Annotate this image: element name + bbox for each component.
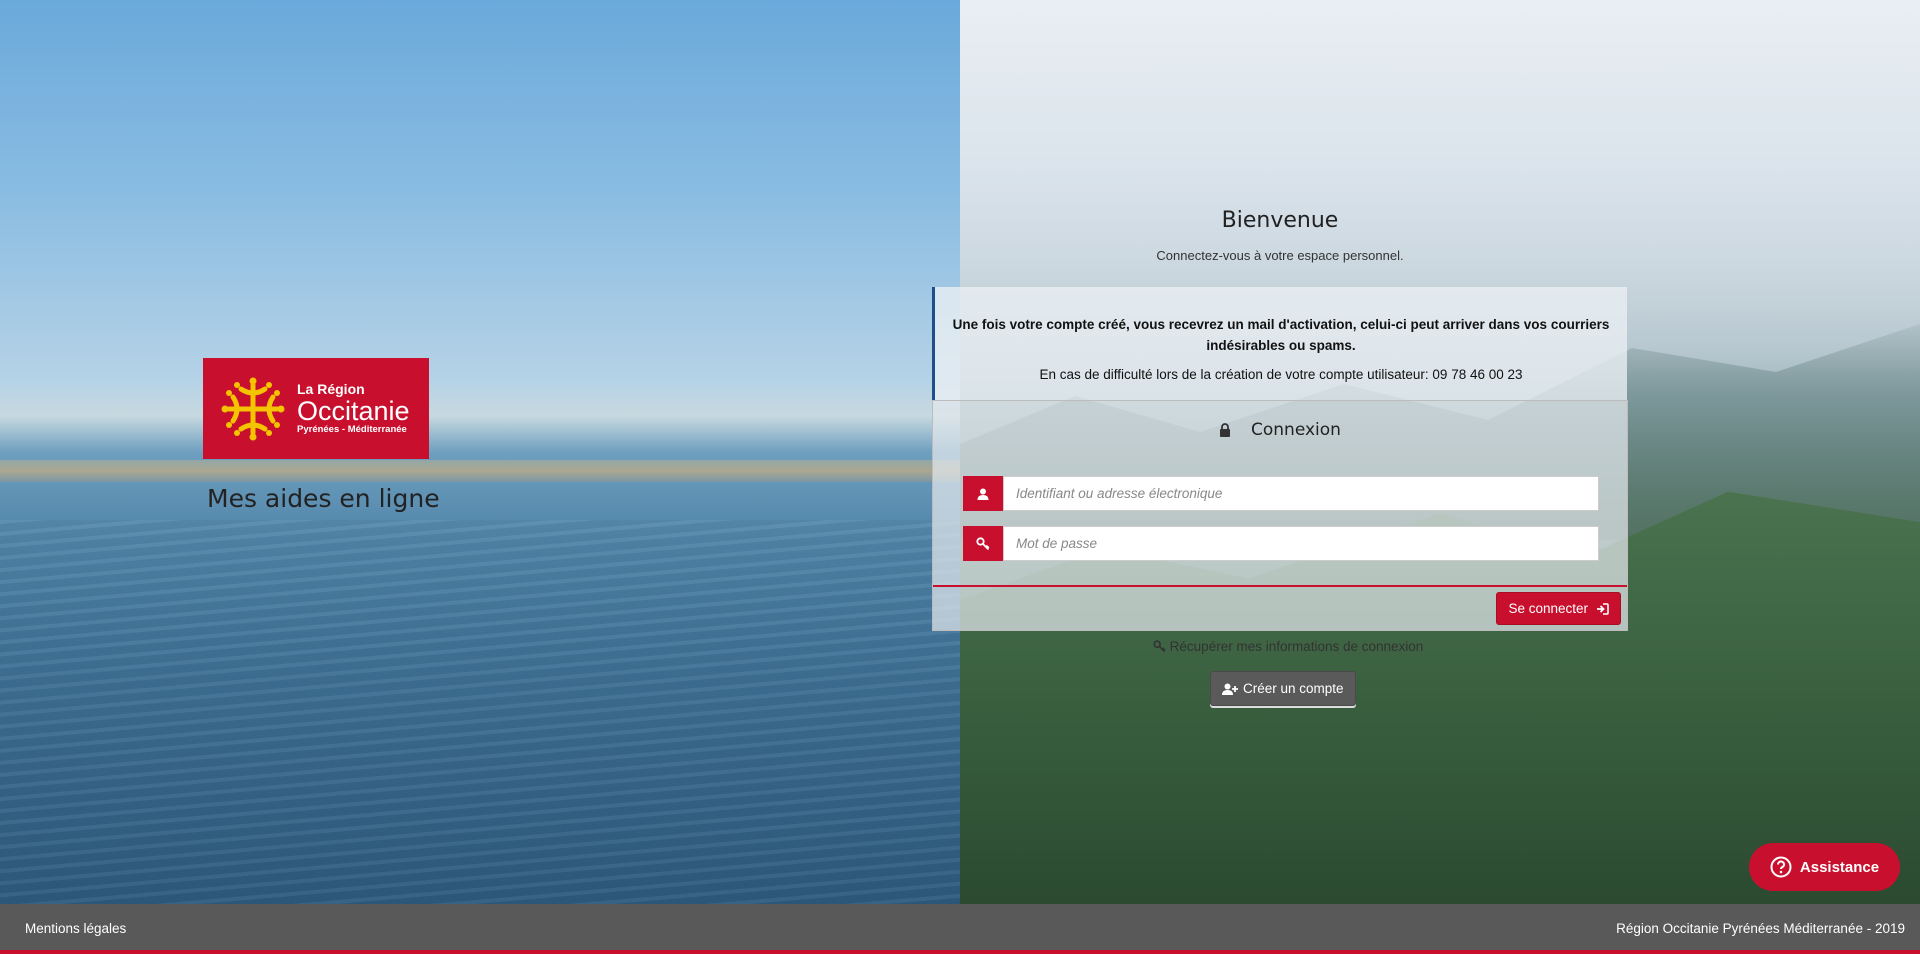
login-panel: Connexion Se connecter [932, 400, 1628, 631]
welcome-title: Bienvenue [1221, 208, 1339, 233]
background-shoreline [0, 460, 960, 482]
login-heading: Connexion [933, 415, 1627, 445]
footer-copyright: Région Occitanie Pyrénées Méditerranée -… [1616, 921, 1905, 936]
login-button[interactable]: Se connecter [1496, 592, 1621, 625]
username-field [963, 476, 1599, 511]
username-addon [963, 476, 1003, 511]
logo-line1: La Région [297, 381, 365, 397]
activation-info-text: Une fois votre compte créé, vous recevre… [952, 317, 1610, 353]
background-water [0, 520, 960, 904]
username-input[interactable] [1003, 476, 1599, 511]
app-title: Mes aides en ligne [207, 484, 440, 513]
logo-line2: Occitanie [297, 395, 410, 426]
legal-notice-link[interactable]: Mentions légales [25, 921, 126, 936]
key-icon [1153, 640, 1166, 653]
login-button-label: Se connecter [1508, 601, 1588, 616]
welcome-subtitle: Connectez-vous à votre espace personnel. [1156, 248, 1404, 263]
occitan-cross-icon [221, 377, 285, 440]
password-field [963, 526, 1599, 561]
key-icon [976, 536, 990, 550]
question-circle-icon [1770, 856, 1792, 878]
recover-credentials-link[interactable]: Récupérer mes informations de connexion [940, 639, 1636, 654]
login-heading-label: Connexion [1251, 420, 1341, 440]
assistance-label: Assistance [1799, 858, 1880, 876]
logo-text: La Région Occitanie Pyrénées - Méditerra… [297, 382, 410, 435]
user-icon [977, 488, 989, 500]
user-plus-icon [1222, 683, 1238, 695]
sign-in-icon [1597, 602, 1609, 615]
activation-info-box: Une fois votre compte créé, vous recevre… [932, 287, 1627, 400]
footer: Mentions légales Région Occitanie Pyréné… [0, 904, 1920, 954]
background-photo-lake [0, 0, 960, 904]
support-phone-text: En cas de difficulté lors de la création… [1039, 367, 1523, 382]
panel-divider [933, 585, 1627, 587]
region-logo: La Région Occitanie Pyrénées - Méditerra… [203, 358, 429, 459]
lock-icon [1220, 423, 1231, 437]
logo-line3: Pyrénées - Méditerranée [297, 424, 407, 436]
recover-credentials-label: Récupérer mes informations de connexion [1169, 639, 1424, 654]
create-account-label: Créer un compte [1243, 681, 1344, 696]
create-account-button[interactable]: Créer un compte [1210, 671, 1356, 706]
password-input[interactable] [1003, 526, 1599, 561]
password-addon [963, 526, 1003, 561]
assistance-button[interactable]: Assistance [1749, 843, 1900, 891]
